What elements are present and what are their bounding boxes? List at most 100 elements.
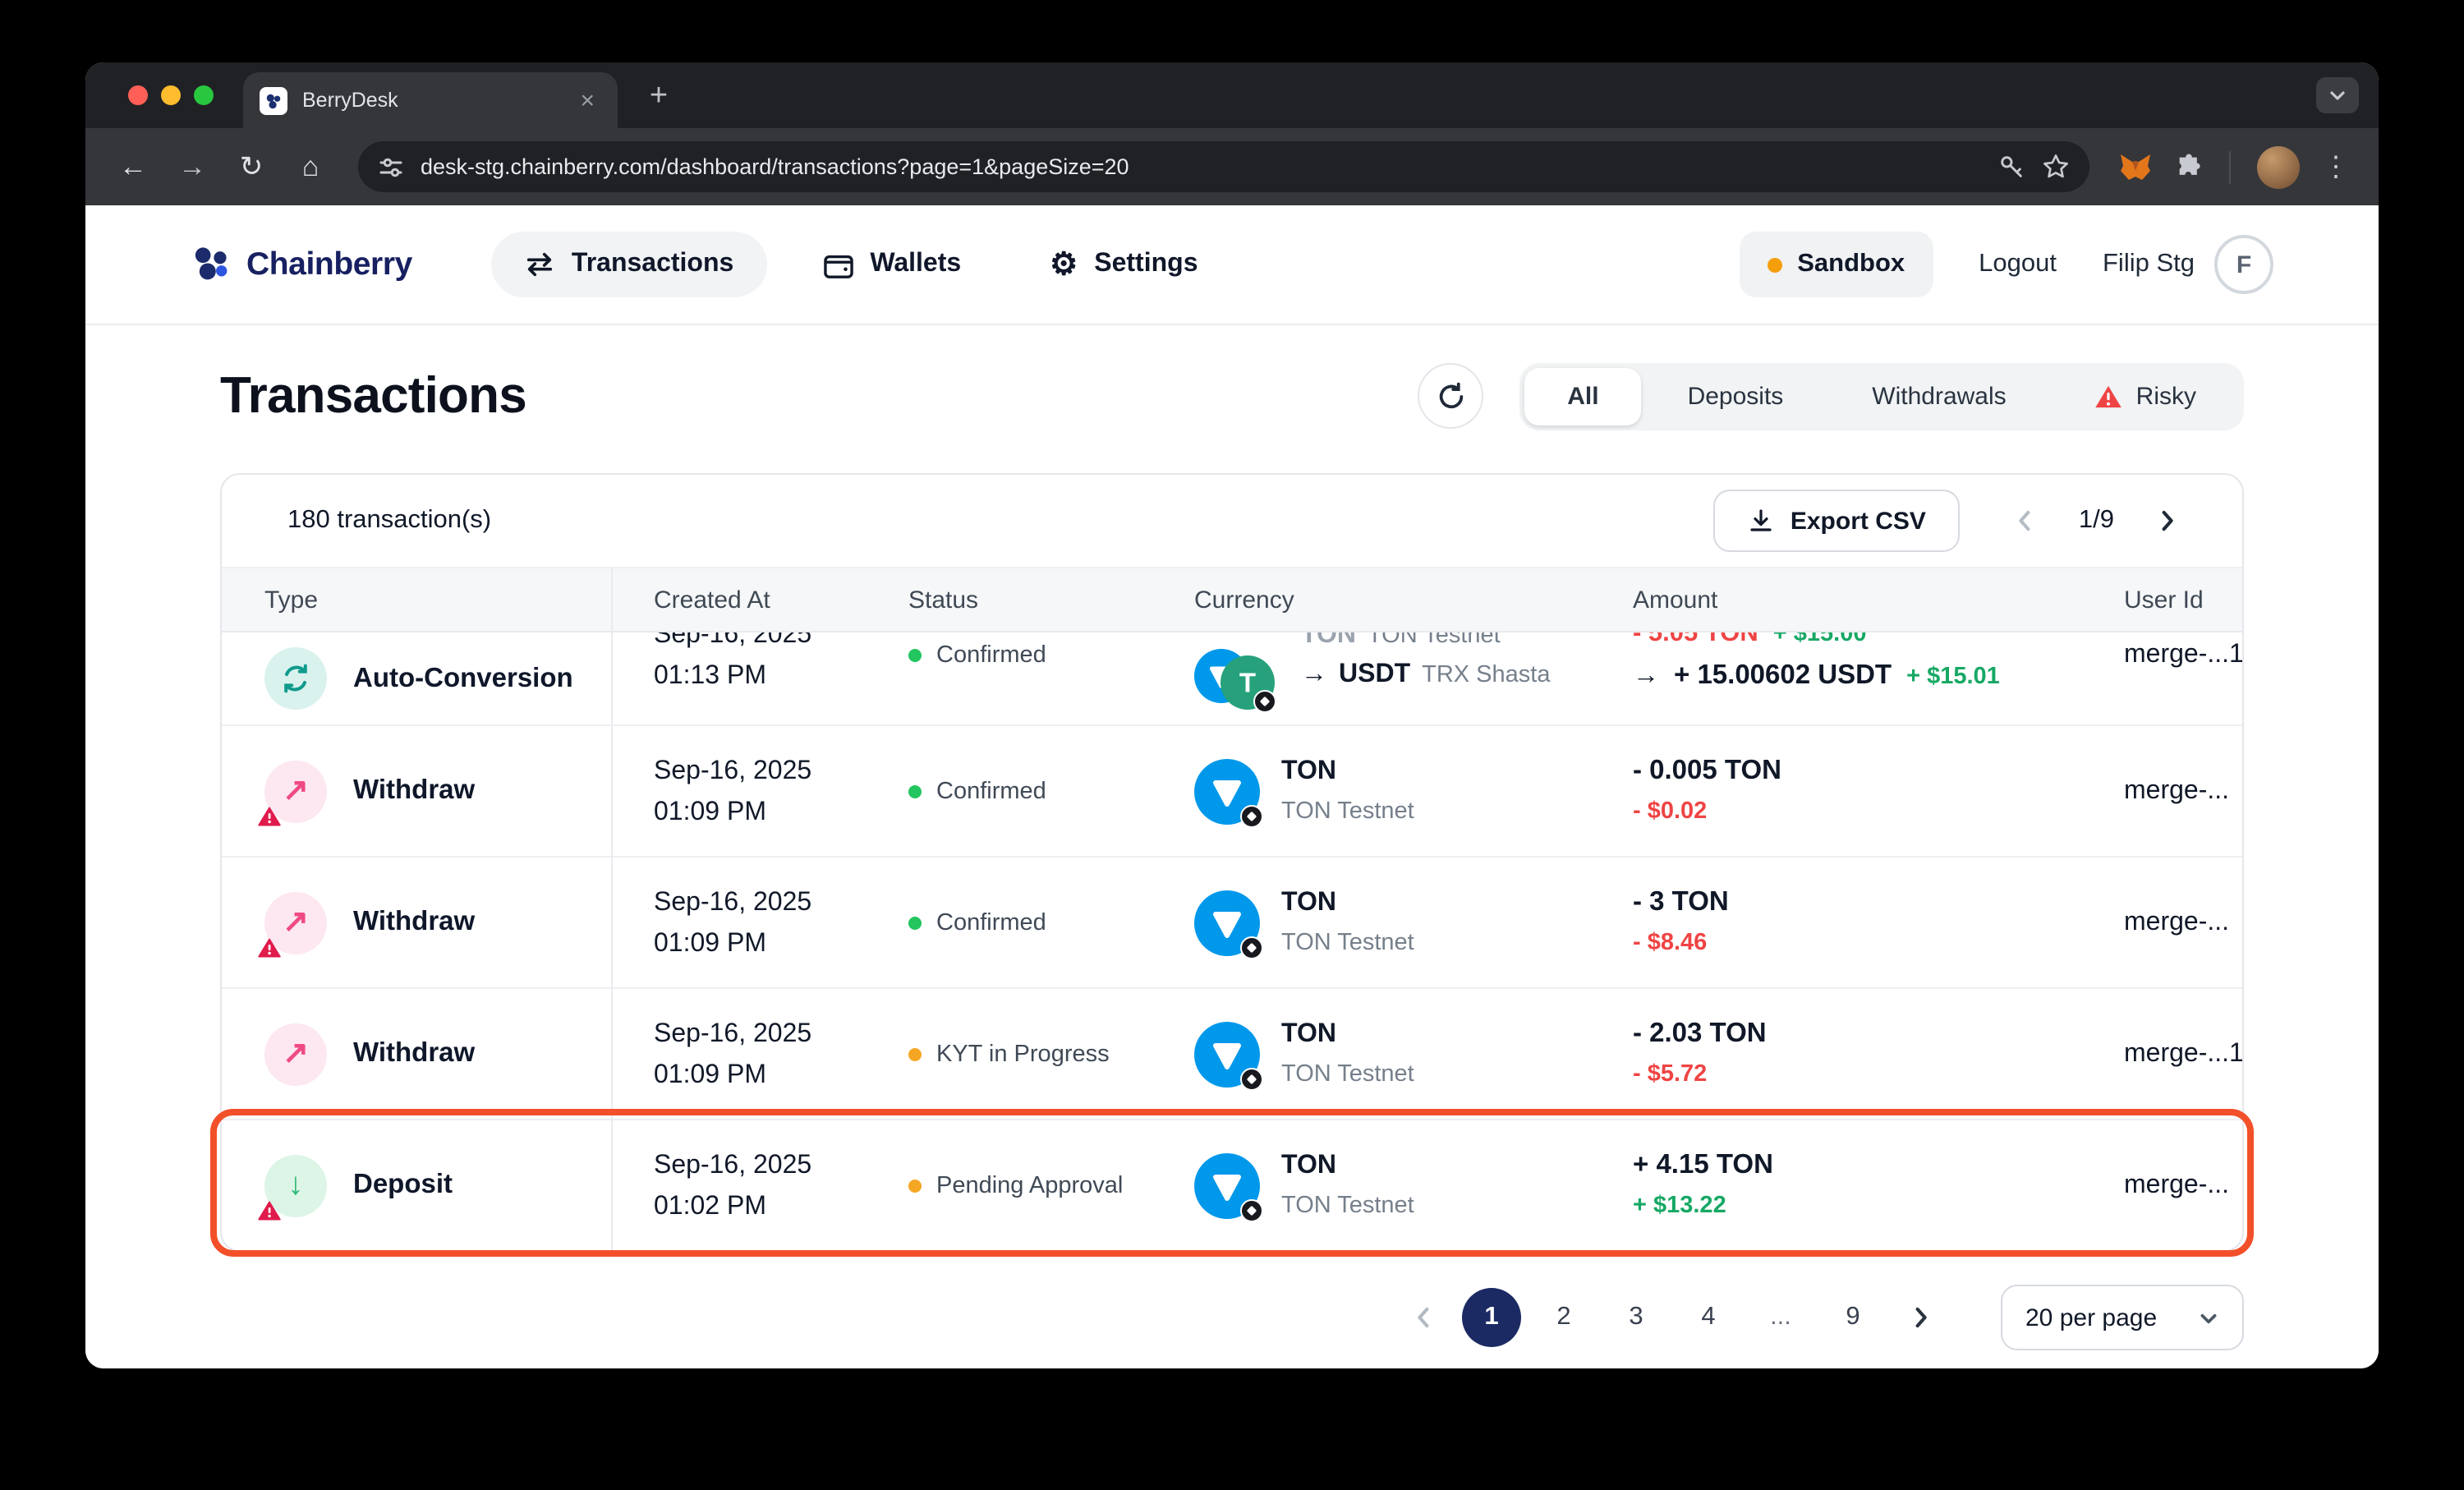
- warning-badge-icon: [258, 1200, 281, 1220]
- next-page-button[interactable]: [2147, 501, 2186, 540]
- page-button-1[interactable]: 1: [1462, 1288, 1521, 1347]
- transaction-type-label: Withdraw: [353, 1038, 475, 1069]
- password-key-icon[interactable]: [1997, 153, 2025, 181]
- browser-profile-avatar[interactable]: [2257, 145, 2300, 188]
- table-row[interactable]: ↗WithdrawSep-16, 202501:09 PMConfirmedTO…: [222, 724, 2242, 856]
- user-avatar[interactable]: F: [2214, 235, 2273, 294]
- tab-close-icon[interactable]: ×: [573, 85, 601, 116]
- browser-window: BerryDesk × + ← → ↻ ⌂ desk-stg.chainberr…: [85, 62, 2379, 1368]
- testnet-gem-icon: [1240, 804, 1263, 827]
- page-button-9[interactable]: 9: [1823, 1288, 1882, 1347]
- site-settings-icon[interactable]: [378, 154, 404, 180]
- table-row[interactable]: ↗WithdrawSep-16, 202501:09 PMConfirmedTO…: [222, 856, 2242, 987]
- table-row[interactable]: Auto-ConversionSep-16, 202501:13 PMConfi…: [222, 632, 2242, 724]
- status-label: Confirmed: [936, 642, 1046, 669]
- metamask-extension-icon[interactable]: [2119, 152, 2152, 182]
- url-text: desk-stg.chainberry.com/dashboard/transa…: [421, 154, 1981, 179]
- per-page-select[interactable]: 20 per page: [2001, 1285, 2244, 1350]
- amount-cell: - 2.03 TON- $5.72: [1590, 989, 2081, 1119]
- forward-button[interactable]: →: [164, 139, 220, 195]
- address-bar[interactable]: desk-stg.chainberry.com/dashboard/transa…: [358, 141, 2089, 192]
- filter-withdrawals[interactable]: Withdrawals: [1829, 367, 2048, 425]
- created-time: 01:09 PM: [654, 922, 811, 963]
- brand-name: Chainberry: [246, 246, 412, 283]
- close-window-button[interactable]: [128, 85, 148, 105]
- maximize-window-button[interactable]: [194, 85, 214, 105]
- transaction-count: 180 transaction(s): [287, 506, 491, 536]
- export-csv-button[interactable]: Export CSV: [1713, 490, 1961, 552]
- filter-all[interactable]: All: [1524, 367, 1641, 425]
- status-dot: [908, 1047, 922, 1060]
- page-button-3[interactable]: 3: [1607, 1288, 1666, 1347]
- minimize-window-button[interactable]: [161, 85, 181, 105]
- testnet-gem-icon: [1240, 1067, 1263, 1090]
- status-label: Confirmed: [936, 778, 1046, 804]
- refresh-button[interactable]: [1418, 363, 1483, 429]
- window-controls: [128, 85, 214, 105]
- status-label: Pending Approval: [936, 1172, 1123, 1198]
- refresh-icon: [1435, 380, 1466, 412]
- page-button-4[interactable]: 4: [1679, 1288, 1738, 1347]
- extensions-puzzle-icon[interactable]: [2175, 153, 2203, 181]
- status-badge: Confirmed: [908, 778, 1046, 804]
- created-date: Sep-16, 2025: [654, 881, 811, 922]
- currency-cell: TTONTON Testnet→USDTTRX Shasta: [1152, 632, 1590, 724]
- user-id-cell: merge-...: [2081, 1120, 2242, 1250]
- logout-button[interactable]: Logout: [1979, 250, 2057, 279]
- back-button[interactable]: ←: [105, 139, 161, 195]
- page-title: Transactions: [220, 366, 526, 425]
- sandbox-status-dot: [1768, 257, 1782, 272]
- currency-coin-icon: [1194, 1021, 1260, 1087]
- browser-tab[interactable]: BerryDesk ×: [243, 72, 618, 128]
- home-button[interactable]: ⌂: [283, 139, 338, 195]
- page-button-2[interactable]: 2: [1534, 1288, 1593, 1347]
- created-at-cell: Sep-16, 202501:09 PM: [611, 858, 866, 987]
- transaction-type-label: Withdraw: [353, 775, 475, 807]
- table-row[interactable]: ↓DepositSep-16, 202501:02 PMPending Appr…: [222, 1119, 2242, 1250]
- amount-cell: - 0.005 TON- $0.02: [1590, 726, 2081, 856]
- amount-cell: - 5.05 TON+ $15.00→+ 15.00602 USDT+ $15.…: [1590, 632, 2081, 724]
- created-at-cell: Sep-16, 202501:09 PM: [611, 726, 866, 856]
- browser-menu-icon[interactable]: ⋮: [2313, 150, 2359, 183]
- status-dot: [908, 916, 922, 929]
- filter-deposits[interactable]: Deposits: [1645, 367, 1827, 425]
- nav-item-wallets[interactable]: Wallets: [789, 232, 994, 297]
- column-status: Status: [866, 586, 1152, 614]
- table-row[interactable]: ↗WithdrawSep-16, 202501:09 PMKYT in Prog…: [222, 987, 2242, 1119]
- nav-item-transactions[interactable]: Transactions: [491, 232, 766, 297]
- new-tab-button[interactable]: +: [637, 76, 680, 118]
- testnet-gem-icon: [1253, 690, 1276, 713]
- table-body: Auto-ConversionSep-16, 202501:13 PMConfi…: [222, 632, 2242, 1250]
- nav-item-settings[interactable]: ⚙ Settings: [1017, 231, 1230, 298]
- status-dot: [908, 649, 922, 662]
- toolbar-divider: [2229, 150, 2231, 183]
- type-cell: ↗Withdraw: [222, 726, 611, 856]
- status-badge: Confirmed: [908, 909, 1046, 936]
- bookmark-star-icon[interactable]: [2042, 153, 2070, 181]
- created-date: Sep-16, 2025: [654, 1144, 811, 1185]
- sandbox-badge[interactable]: Sandbox: [1740, 232, 1933, 297]
- amount-cell: - 3 TON- $8.46: [1590, 858, 2081, 987]
- main-nav: Transactions Wallets ⚙ Settings: [491, 231, 1231, 298]
- pagination-prev-button[interactable]: [1400, 1288, 1449, 1347]
- column-currency: Currency: [1152, 586, 1590, 614]
- transaction-type-label: Withdraw: [353, 907, 475, 938]
- user-id: merge-...: [2124, 1170, 2229, 1200]
- withdraw-icon: ↗: [264, 891, 327, 954]
- card-header: 180 transaction(s) Export CSV 1/9: [222, 475, 2242, 567]
- prev-page-button[interactable]: [2007, 501, 2046, 540]
- tab-search-button[interactable]: [2316, 77, 2359, 113]
- brand-logo[interactable]: Chainberry: [191, 243, 412, 286]
- browser-toolbar: ← → ↻ ⌂ desk-stg.chainberry.com/dashboar…: [85, 128, 2379, 205]
- tab-favicon: [260, 86, 287, 114]
- warning-badge-icon: [258, 937, 281, 957]
- user-id: merge-...: [2124, 776, 2229, 806]
- tab-title: BerryDesk: [302, 89, 559, 112]
- wallet-icon: [822, 251, 853, 278]
- created-date: Sep-16, 2025: [654, 632, 811, 655]
- status-badge: Pending Approval: [908, 1172, 1123, 1198]
- reload-button[interactable]: ↻: [223, 139, 279, 195]
- currency-coin-icon: [1194, 890, 1260, 955]
- pagination-next-button[interactable]: [1896, 1288, 1945, 1347]
- filter-risky[interactable]: Risky: [2053, 367, 2239, 425]
